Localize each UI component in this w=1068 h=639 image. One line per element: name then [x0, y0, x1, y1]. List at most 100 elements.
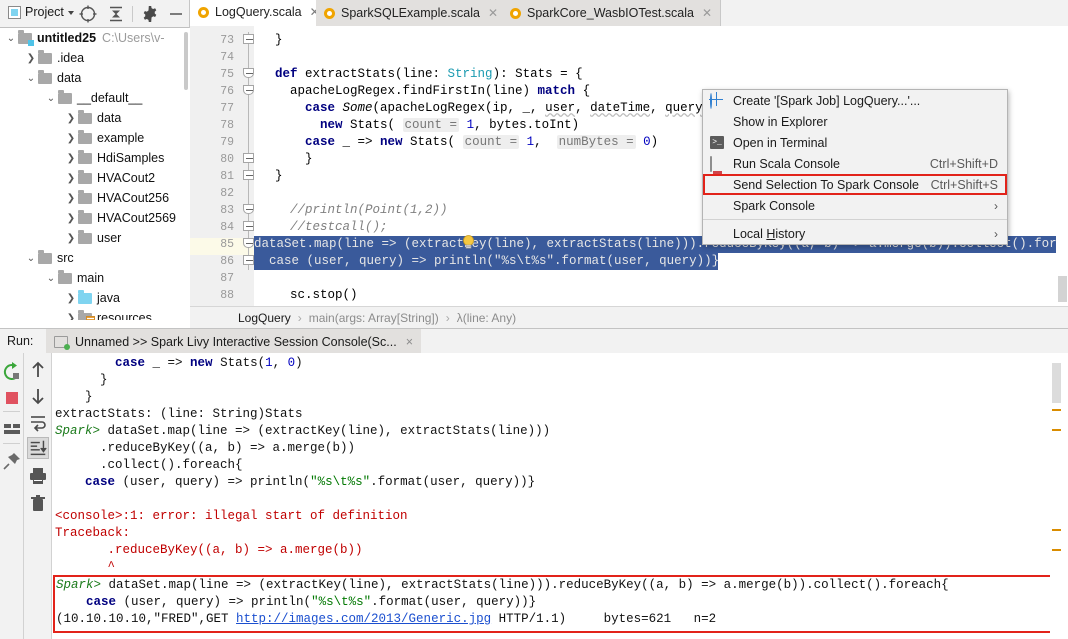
chevron-down-icon[interactable]: ⌄	[24, 253, 38, 264]
fold-marker[interactable]	[243, 66, 254, 77]
code-line-78: new Stats( count = 1, bytes.toInt)	[260, 117, 579, 134]
chevron-down-icon[interactable]: ⌄	[4, 33, 18, 44]
result-url-link[interactable]: http://images.com/2013/Generic.jpg	[236, 612, 491, 626]
minimize-icon[interactable]	[166, 4, 186, 24]
menu-item-open-in-terminal[interactable]: >_ Open in Terminal	[703, 132, 1007, 153]
scroll-up-icon[interactable]	[27, 359, 49, 381]
breadcrumb-item-logquery[interactable]: LogQuery	[238, 311, 291, 325]
close-icon[interactable]: ✕	[488, 6, 498, 20]
chevron-right-icon[interactable]: ❯	[64, 233, 78, 244]
tree-item-example[interactable]: ❯ example	[0, 128, 190, 148]
line-number: 83	[190, 204, 234, 217]
scala-file-icon	[324, 8, 335, 19]
fold-marker[interactable]	[243, 202, 254, 213]
console-scrollbar[interactable]	[1050, 353, 1062, 639]
tree-item-label: main	[77, 271, 104, 285]
scroll-down-icon[interactable]	[27, 385, 49, 407]
tree-item-user[interactable]: ❯ user	[0, 228, 190, 248]
tab-sparksqlexample[interactable]: SparkSQLExample.scala ✕	[316, 0, 507, 26]
tree-item-hvacout256[interactable]: ❯ HVACout256	[0, 188, 190, 208]
delete-icon[interactable]	[27, 493, 49, 515]
tree-item-data-child[interactable]: ❯ data	[0, 108, 190, 128]
fold-marker[interactable]	[243, 83, 254, 94]
chevron-right-icon[interactable]: ❯	[64, 173, 78, 184]
result-line-1-text: dataSet.map(line => (extractKey(line), e…	[101, 578, 949, 592]
tree-item-label: HVACout2	[97, 171, 155, 185]
run-tab-spark-livy-console[interactable]: Unnamed >> Spark Livy Interactive Sessio…	[46, 329, 421, 354]
fold-marker[interactable]	[243, 32, 254, 43]
chevron-right-icon[interactable]: ❯	[64, 293, 78, 304]
breadcrumb-item-main[interactable]: main(args: Array[String])	[309, 311, 439, 325]
tab-logquery[interactable]: LogQuery.scala ✕	[190, 0, 329, 26]
scroll-to-end-icon[interactable]	[27, 437, 49, 459]
menu-item-create-spark-job[interactable]: Create '[Spark Job] LogQuery...'...	[703, 90, 1007, 111]
tree-item-hvacout2569[interactable]: ❯ HVACout2569	[0, 208, 190, 228]
pin-icon[interactable]	[1, 450, 23, 472]
breadcrumb-item-lambda[interactable]: λ(line: Any)	[457, 311, 516, 325]
menu-item-show-in-explorer[interactable]: Show in Explorer	[703, 111, 1007, 132]
settings-gear-icon[interactable]	[140, 4, 160, 24]
code-line-83: //println(Point(1,2))	[260, 202, 448, 219]
run-console-output[interactable]: case _ => new Stats(1, 0) } } extractSta…	[52, 353, 1062, 639]
tree-item-data[interactable]: ⌄ data	[0, 68, 190, 88]
console-scrollbar-thumb[interactable]	[1052, 363, 1061, 403]
project-tree[interactable]: ⌄ untitled25 C:\Users\v- ❯ .idea ⌄ data …	[0, 28, 190, 320]
line-number: 77	[190, 102, 234, 115]
layout-icon[interactable]	[1, 418, 23, 440]
chevron-right-icon[interactable]: ❯	[64, 153, 78, 164]
tree-item-resources[interactable]: ❯ resources	[0, 308, 190, 320]
folder-icon	[38, 73, 52, 84]
chevron-right-icon[interactable]: ❯	[64, 213, 78, 224]
menu-item-local-history[interactable]: Local History ›	[703, 223, 1007, 244]
tree-item-label: HVACout256	[97, 191, 169, 205]
editor-scrollbar[interactable]	[1056, 26, 1068, 306]
tree-item-label: HdiSamples	[97, 151, 164, 165]
fold-marker[interactable]	[243, 151, 254, 162]
menu-item-send-selection-to-spark-console[interactable]: Send Selection To Spark Console Ctrl+Shi…	[703, 174, 1007, 195]
tree-item-java[interactable]: ❯ java	[0, 288, 190, 308]
run-left-toolbar	[0, 353, 24, 639]
chevron-right-icon[interactable]: ❯	[64, 313, 78, 321]
menu-item-spark-console[interactable]: Spark Console ›	[703, 195, 1007, 216]
target-icon[interactable]	[78, 4, 98, 24]
stop-icon[interactable]	[1, 387, 23, 409]
tree-scrollbar[interactable]	[184, 32, 188, 90]
chevron-right-icon[interactable]: ❯	[64, 113, 78, 124]
tree-item-hdisamples[interactable]: ❯ HdiSamples	[0, 148, 190, 168]
chevron-down-icon[interactable]: ⌄	[44, 273, 58, 284]
fold-marker[interactable]	[243, 219, 254, 230]
close-icon[interactable]: ✕	[702, 6, 712, 20]
intention-bulb-icon[interactable]	[402, 218, 415, 233]
chevron-right-icon[interactable]: ❯	[24, 53, 38, 64]
tab-sparkcore-wasbiotest[interactable]: SparkCore_WasbIOTest.scala ✕	[502, 0, 721, 26]
menu-item-run-scala-console[interactable]: Run Scala Console Ctrl+Shift+D	[703, 153, 1007, 174]
tree-item-untitled25[interactable]: ⌄ untitled25 C:\Users\v-	[0, 28, 190, 48]
console-line-0: case _ => new Stats(1, 0)	[55, 355, 303, 372]
menu-divider	[703, 219, 1007, 220]
folder-icon	[38, 53, 52, 64]
chevron-down-icon[interactable]: ⌄	[24, 73, 38, 84]
tree-item-default[interactable]: ⌄ __default__	[0, 88, 190, 108]
context-menu[interactable]: Create '[Spark Job] LogQuery...'... Show…	[702, 89, 1008, 245]
chevron-down-icon[interactable]: ⌄	[44, 93, 58, 104]
chevron-down-icon[interactable]	[68, 11, 74, 15]
chevron-right-icon[interactable]: ❯	[64, 133, 78, 144]
close-icon[interactable]: ×	[406, 335, 413, 349]
toolbar-divider	[3, 411, 20, 412]
print-icon[interactable]	[27, 465, 49, 487]
tree-item-idea[interactable]: ❯ .idea	[0, 48, 190, 68]
rerun-icon[interactable]	[1, 361, 23, 383]
project-view-button[interactable]: Project	[8, 5, 74, 19]
editor-scrollbar-thumb[interactable]	[1058, 276, 1067, 302]
collapse-all-icon[interactable]	[106, 4, 126, 24]
fold-marker[interactable]	[243, 168, 254, 179]
run-left-toolbar-secondary	[24, 353, 52, 639]
tree-item-hvacout2[interactable]: ❯ HVACout2	[0, 168, 190, 188]
fold-marker[interactable]	[243, 236, 254, 247]
selected-line-86[interactable]: case (user, query) => println("%s\t%s".f…	[254, 253, 718, 270]
tree-item-src[interactable]: ⌄ src	[0, 248, 190, 268]
chevron-right-icon[interactable]: ❯	[64, 193, 78, 204]
fold-marker[interactable]	[243, 253, 254, 264]
tree-item-main[interactable]: ⌄ main	[0, 268, 190, 288]
soft-wrap-icon[interactable]	[27, 411, 49, 433]
